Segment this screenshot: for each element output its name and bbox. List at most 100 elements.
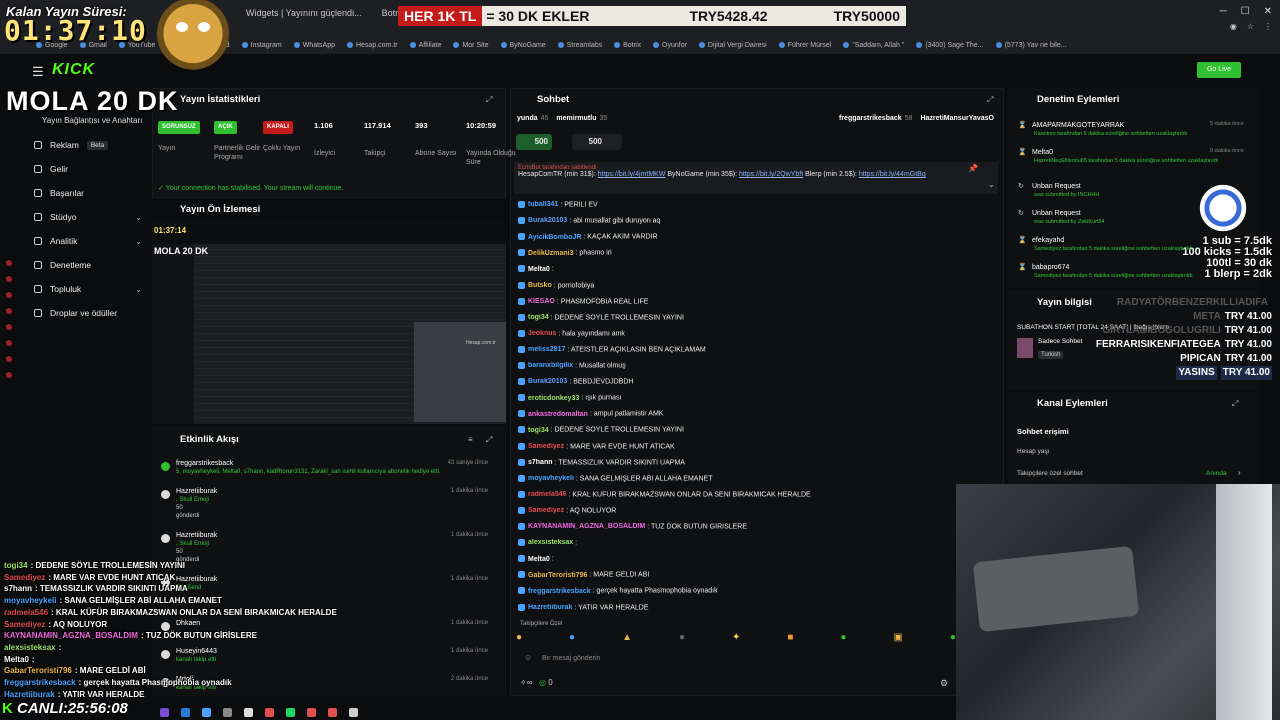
- chat-username[interactable]: GabarTeroristi796: [528, 572, 587, 579]
- rail-icon[interactable]: [6, 308, 12, 314]
- chat-username[interactable]: alexsisteksax: [528, 539, 573, 546]
- wand-icon[interactable]: ✧∞: [520, 678, 532, 687]
- chat-username[interactable]: ankastredomaltan: [528, 411, 588, 418]
- sidebar-item-reklam[interactable]: Reklam Beta: [34, 140, 142, 150]
- stream-preview[interactable]: 01:37:14 MOLA 20 DK Hesap.com.tr: [152, 222, 506, 424]
- moderation-item[interactable]: ⌛ efekayahd Samediyez tarafından 5 dakika …: [1018, 236, 1250, 252]
- chat-username[interactable]: Hazretiiburak: [528, 604, 572, 611]
- taskbar-icon[interactable]: [286, 707, 295, 717]
- chat-message[interactable]: AyicikBomboJR: KAÇAK AKIM VARDIR: [518, 233, 994, 241]
- bookmark-item[interactable]: ByNoGame: [501, 42, 546, 49]
- emote-icon[interactable]: ●: [840, 632, 846, 646]
- chat-username[interactable]: freggarstrikesback: [528, 588, 591, 595]
- taskbar-icon[interactable]: [349, 707, 358, 717]
- pin-icon[interactable]: 📌: [968, 164, 978, 173]
- chat-username[interactable]: Butsko: [528, 282, 552, 289]
- followers-only-chat-label[interactable]: Takipçilere özel sohbet: [1017, 470, 1083, 477]
- chat-message[interactable]: Hazretiiburak: YATIR VAR HERALDE: [518, 603, 994, 611]
- stream-key-link[interactable]: Yayın Bağlantısı ve Anahtarı: [42, 116, 142, 125]
- emoji-icon[interactable]: ☺: [524, 653, 532, 662]
- pinned-link[interactable]: https://bit.ly/2QwYbft: [739, 171, 803, 178]
- followers-only-value[interactable]: Anında: [1206, 470, 1227, 477]
- top-gifter[interactable]: memirmutlu 35: [556, 115, 607, 122]
- chat-message[interactable]: Jeoknus: hala yayındamı amk: [518, 329, 994, 337]
- chat-username[interactable]: Burak20103: [528, 378, 567, 385]
- chat-message[interactable]: KIESAO: PHASMOFOBIA REAL LIFE: [518, 297, 994, 305]
- sidebar-item-topluluk[interactable]: Topluluk ⌄: [34, 284, 142, 294]
- taskbar-icon[interactable]: [202, 707, 211, 717]
- bookmark-item[interactable]: WhatsApp: [294, 42, 335, 49]
- chat-message[interactable]: GabarTeroristi796: MARE GELDİ ABİ: [518, 571, 994, 579]
- taskbar-icon[interactable]: [181, 707, 190, 717]
- chat-message[interactable]: Burak20103: abi musallat gibi duruyon aq: [518, 217, 994, 224]
- chat-message[interactable]: moyavheykeli: SANA GELMİŞLER ABİ ALLAHA …: [518, 474, 994, 482]
- chat-username[interactable]: AyicikBomboJR: [528, 234, 581, 241]
- taskbar-icon[interactable]: [265, 707, 274, 717]
- minimize-icon[interactable]: ─: [1220, 6, 1227, 17]
- chat-username[interactable]: Samediyez: [528, 507, 564, 514]
- top-gifter[interactable]: freggarstrikesback 58: [839, 115, 912, 122]
- bookmark-item[interactable]: Mor Site: [453, 42, 488, 49]
- emote-icon[interactable]: ●: [569, 632, 575, 646]
- taskbar-icon[interactable]: [328, 707, 337, 717]
- chat-message[interactable]: eroticdonkey33: ışık purnası: [518, 394, 994, 402]
- close-icon[interactable]: ✕: [1264, 6, 1272, 17]
- chat-username[interactable]: meliss2817: [528, 346, 565, 353]
- emote-icon[interactable]: ▲: [622, 632, 632, 646]
- chevron-right-icon[interactable]: ›: [1238, 468, 1241, 477]
- chat-message[interactable]: radmela546: KRAL KÜFÜR BIRAKMAZSWAN ONLA…: [518, 490, 994, 498]
- pinned-message[interactable]: EcrinBot tarafından sabitlendi HesapComT…: [514, 162, 998, 194]
- bookmark-item[interactable]: Instagram: [242, 42, 282, 49]
- chat-message[interactable]: ankastredomaltan: ampul patlamistir AMK: [518, 410, 994, 418]
- sidebar-item-gelir[interactable]: Gelir: [34, 164, 142, 174]
- rail-icon[interactable]: [6, 324, 12, 330]
- chat-username[interactable]: moyavheykeli: [528, 475, 574, 482]
- bookmark-item[interactable]: Botrix: [614, 42, 641, 49]
- chat-username[interactable]: togi34: [528, 314, 549, 321]
- gift-badge[interactable]: 500: [516, 134, 552, 150]
- emote-icon[interactable]: ■: [787, 632, 793, 646]
- chat-username[interactable]: eroticdonkey33: [528, 395, 579, 402]
- hamburger-menu-icon[interactable]: ☰: [32, 64, 44, 80]
- pinned-link[interactable]: https://bit.ly/44mGtBg: [859, 171, 926, 178]
- rail-icon[interactable]: [6, 260, 12, 266]
- bookmark-icon[interactable]: ☆: [1247, 22, 1254, 31]
- chat-username[interactable]: tuball341: [528, 201, 558, 208]
- rail-icon[interactable]: [6, 356, 12, 362]
- sidebar-item-denetleme[interactable]: Denetleme: [34, 260, 142, 270]
- bookmark-item[interactable]: "Saddam, Allah ": [843, 42, 904, 49]
- sidebar-item-droplar[interactable]: Droplar ve ödüller: [34, 308, 142, 318]
- expand-icon[interactable]: ⤢: [987, 95, 993, 105]
- chat-username[interactable]: Melta0: [528, 266, 550, 273]
- chat-username[interactable]: KIESAO: [528, 298, 555, 305]
- extension-icon[interactable]: ◉: [1230, 22, 1237, 31]
- chat-message[interactable]: Samediyez: AQ NOLUYOR: [518, 506, 994, 514]
- chevron-down-icon[interactable]: ⌄: [988, 180, 995, 189]
- emote-icon[interactable]: ●: [516, 632, 522, 646]
- chat-message[interactable]: alexsisteksax:: [518, 539, 994, 546]
- rail-icon[interactable]: [6, 292, 12, 298]
- bookmark-item[interactable]: (3400) Sage The...: [916, 42, 983, 49]
- moderation-item[interactable]: ↻ Unban Request was submitted by ZekiKurt5…: [1018, 209, 1250, 225]
- browser-tab[interactable]: Widgets | Yayınını güçlendi...: [236, 0, 372, 26]
- taskbar-icon[interactable]: [244, 707, 253, 717]
- moderation-item[interactable]: ⌛ Melta0 9 dakika önce HazretiNeçEfilsonu85…: [1018, 148, 1250, 164]
- activity-item[interactable]: Dhkaen 1 dakika önce: [176, 620, 496, 629]
- chat-message[interactable]: Samediyez: MARE VAR EVDE HUNT ATICAK: [518, 442, 994, 450]
- maximize-icon[interactable]: ☐: [1241, 6, 1250, 17]
- bookmark-item[interactable]: Führer Mürsel: [779, 42, 832, 49]
- sidebar-item-studyo[interactable]: Stüdyo ⌄: [34, 212, 142, 222]
- chat-message[interactable]: freggarstrikesback: gerçek hayatta Phasm…: [518, 587, 994, 595]
- activity-item[interactable]: Hazretiiburak Full Send 1 dakika önce: [176, 576, 496, 591]
- emote-icon[interactable]: ▣: [893, 632, 902, 646]
- sidebar-item-analitik[interactable]: Analitik ⌄: [34, 236, 142, 246]
- chat-username[interactable]: KAYNANAMIN_AGZNA_BOSALDIM: [528, 523, 645, 530]
- chat-input[interactable]: Bir mesaj gönderin: [516, 650, 956, 668]
- chat-username[interactable]: Jeoknus: [528, 330, 556, 337]
- chat-settings-icon[interactable]: ⚙: [940, 678, 948, 689]
- bookmark-item[interactable]: Oyunfor: [653, 42, 687, 49]
- chat-username[interactable]: Samediyez: [528, 443, 564, 450]
- expand-icon[interactable]: ⤢: [486, 95, 492, 105]
- chat-message[interactable]: Burak20103: BEBDJEVDJDBDH: [518, 378, 994, 385]
- top-gifter[interactable]: HazretiMansurYavasO: [920, 115, 997, 122]
